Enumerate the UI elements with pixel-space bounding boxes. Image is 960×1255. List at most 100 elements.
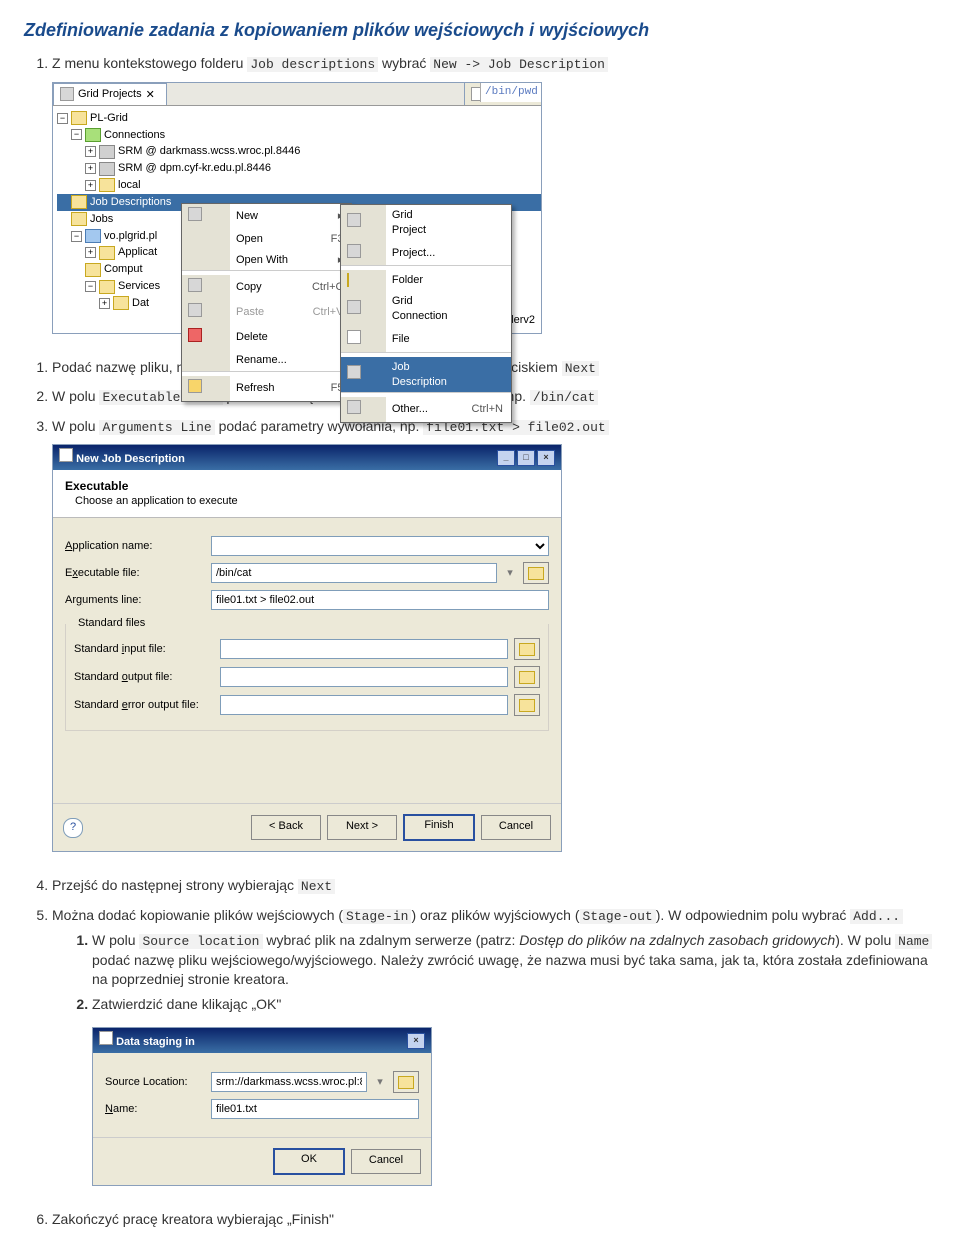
new-icon: [188, 207, 202, 221]
ok-button[interactable]: OK: [273, 1148, 345, 1175]
srm-icon: [99, 162, 115, 176]
submenu-grid-project[interactable]: Grid Project: [341, 205, 511, 241]
screenshot-context-menu: Grid Projects✕ skrypt.txt −PL-Grid −Conn…: [52, 82, 542, 334]
submenu-project[interactable]: Project...: [341, 241, 511, 266]
tree-srm1[interactable]: SRM @ darkmass.wcss.wroc.pl.8446: [118, 144, 300, 159]
submenu-job-description[interactable]: Job Description: [341, 357, 511, 393]
folder-icon: [347, 273, 349, 287]
expand-icon[interactable]: +: [99, 298, 110, 309]
expand-icon[interactable]: +: [85, 180, 96, 191]
browse-source-button[interactable]: [393, 1071, 419, 1093]
folder-icon: [99, 178, 115, 192]
ss1e: ). W polu: [835, 932, 895, 948]
lbl-stderr: Standard error output file:: [74, 698, 214, 713]
grid-project-icon: [347, 213, 361, 227]
tree-vo[interactable]: vo.plgrid.pl: [104, 229, 157, 244]
menu-refresh[interactable]: RefreshF5: [182, 376, 351, 401]
stdin-input[interactable]: [220, 639, 508, 659]
expand-icon[interactable]: −: [85, 281, 96, 292]
substep-1: W polu Source location wybrać plik na zd…: [92, 931, 936, 988]
step2-code-b: Next: [562, 361, 599, 376]
help-button[interactable]: ?: [63, 818, 83, 838]
expand-icon[interactable]: −: [71, 129, 82, 140]
step-7: Zakończyć pracę kreatora wybierając „Fin…: [52, 1210, 936, 1229]
submenu-grid-connection[interactable]: Grid Connection: [341, 291, 511, 327]
paste-icon: [188, 303, 202, 317]
submenu-other[interactable]: Other...Ctrl+N: [341, 397, 511, 422]
copy-icon: [188, 278, 202, 292]
executable-file-input[interactable]: [211, 563, 497, 583]
tree-srm2[interactable]: SRM @ dpm.cyf-kr.edu.pl.8446: [118, 161, 271, 176]
wizard-banner: Executable Choose an application to exec…: [53, 470, 561, 518]
menu-new[interactable]: New▸: [182, 204, 351, 229]
source-location-input[interactable]: [211, 1072, 367, 1092]
back-button[interactable]: < Back: [251, 815, 321, 840]
finish-button[interactable]: Finish: [403, 814, 475, 841]
tree-applic[interactable]: Applicat: [118, 245, 157, 260]
srm-icon: [99, 145, 115, 159]
submenu-new[interactable]: Grid Project Project... Folder Grid Conn…: [340, 204, 512, 423]
refresh-icon: [188, 379, 202, 393]
menu-rename[interactable]: Rename...: [182, 350, 351, 371]
arguments-line-input[interactable]: [211, 590, 549, 610]
tree-jobs[interactable]: Jobs: [90, 212, 113, 227]
folder-icon: [71, 212, 87, 226]
stderr-input[interactable]: [220, 695, 508, 715]
tree-local[interactable]: local: [118, 178, 141, 193]
close-button[interactable]: ×: [407, 1033, 425, 1049]
next-button[interactable]: Next >: [327, 815, 397, 840]
browse-stderr-button[interactable]: [514, 694, 540, 716]
minimize-button[interactable]: _: [497, 450, 515, 466]
expand-icon[interactable]: +: [85, 146, 96, 157]
shot1-tabs: Grid Projects✕ skrypt.txt: [53, 83, 541, 106]
tree-job-descriptions[interactable]: Job Descriptions: [90, 195, 171, 210]
browse-stdout-button[interactable]: [514, 666, 540, 688]
folder-icon: [519, 699, 535, 712]
standard-files-group: Standard input file: Standard output fil…: [65, 624, 549, 731]
menu-copy[interactable]: CopyCtrl+C: [182, 275, 351, 300]
delete-icon: [188, 328, 202, 342]
screenshot-wizard: New Job Description _□× Executable Choos…: [52, 444, 562, 852]
project-icon: [347, 244, 361, 258]
tree-dat[interactable]: Dat: [132, 296, 149, 311]
tree-comput[interactable]: Comput: [104, 262, 143, 277]
menu-open-with[interactable]: Open With▸: [182, 250, 351, 271]
banner-subtitle: Choose an application to execute: [65, 494, 549, 509]
step-4: W polu Arguments Line podać parametry wy…: [52, 417, 936, 866]
expand-icon[interactable]: +: [85, 247, 96, 258]
vo-icon: [85, 229, 101, 243]
application-name-select[interactable]: [211, 536, 549, 556]
expand-icon[interactable]: −: [71, 231, 82, 242]
expand-icon[interactable]: +: [85, 163, 96, 174]
context-menu[interactable]: New▸ OpenF3 Open With▸ CopyCtrl+C PasteC…: [181, 203, 352, 402]
s4b: Arguments Line: [99, 420, 214, 435]
submenu-file[interactable]: File: [341, 327, 511, 352]
folder-icon: [71, 111, 87, 125]
s5a: Przejść do następnej strony wybierając: [52, 877, 298, 893]
browse-executable-button[interactable]: [523, 562, 549, 584]
tree-connections[interactable]: Connections: [104, 128, 165, 143]
s6b: Stage-in: [343, 909, 411, 924]
menu-open[interactable]: OpenF3: [182, 229, 351, 250]
submenu-folder[interactable]: Folder: [341, 270, 511, 291]
step-1: Z menu kontekstowego folderu Job descrip…: [52, 54, 936, 347]
menu-delete[interactable]: Delete: [182, 325, 351, 350]
tab-grid-projects[interactable]: Grid Projects ✕: [53, 83, 167, 105]
expand-icon[interactable]: −: [57, 113, 68, 124]
folder-icon: [71, 195, 87, 209]
close-icon[interactable]: ✕: [146, 88, 158, 100]
close-button[interactable]: ×: [537, 450, 555, 466]
editor-pane: /bin/pwd: [480, 83, 541, 102]
tree-root[interactable]: PL-Grid: [90, 111, 128, 126]
name-input[interactable]: [211, 1099, 419, 1119]
cancel-button[interactable]: Cancel: [481, 815, 551, 840]
menu-paste[interactable]: PasteCtrl+V: [182, 300, 351, 325]
browse-stdin-button[interactable]: [514, 638, 540, 660]
tab-grid-projects-label: Grid Projects: [78, 87, 142, 102]
cancel-button[interactable]: Cancel: [351, 1149, 421, 1174]
window-titlebar: New Job Description _□×: [53, 445, 561, 470]
grid-projects-icon: [60, 87, 74, 101]
stdout-input[interactable]: [220, 667, 508, 687]
maximize-button[interactable]: □: [517, 450, 535, 466]
tree-service[interactable]: Services: [118, 279, 160, 294]
